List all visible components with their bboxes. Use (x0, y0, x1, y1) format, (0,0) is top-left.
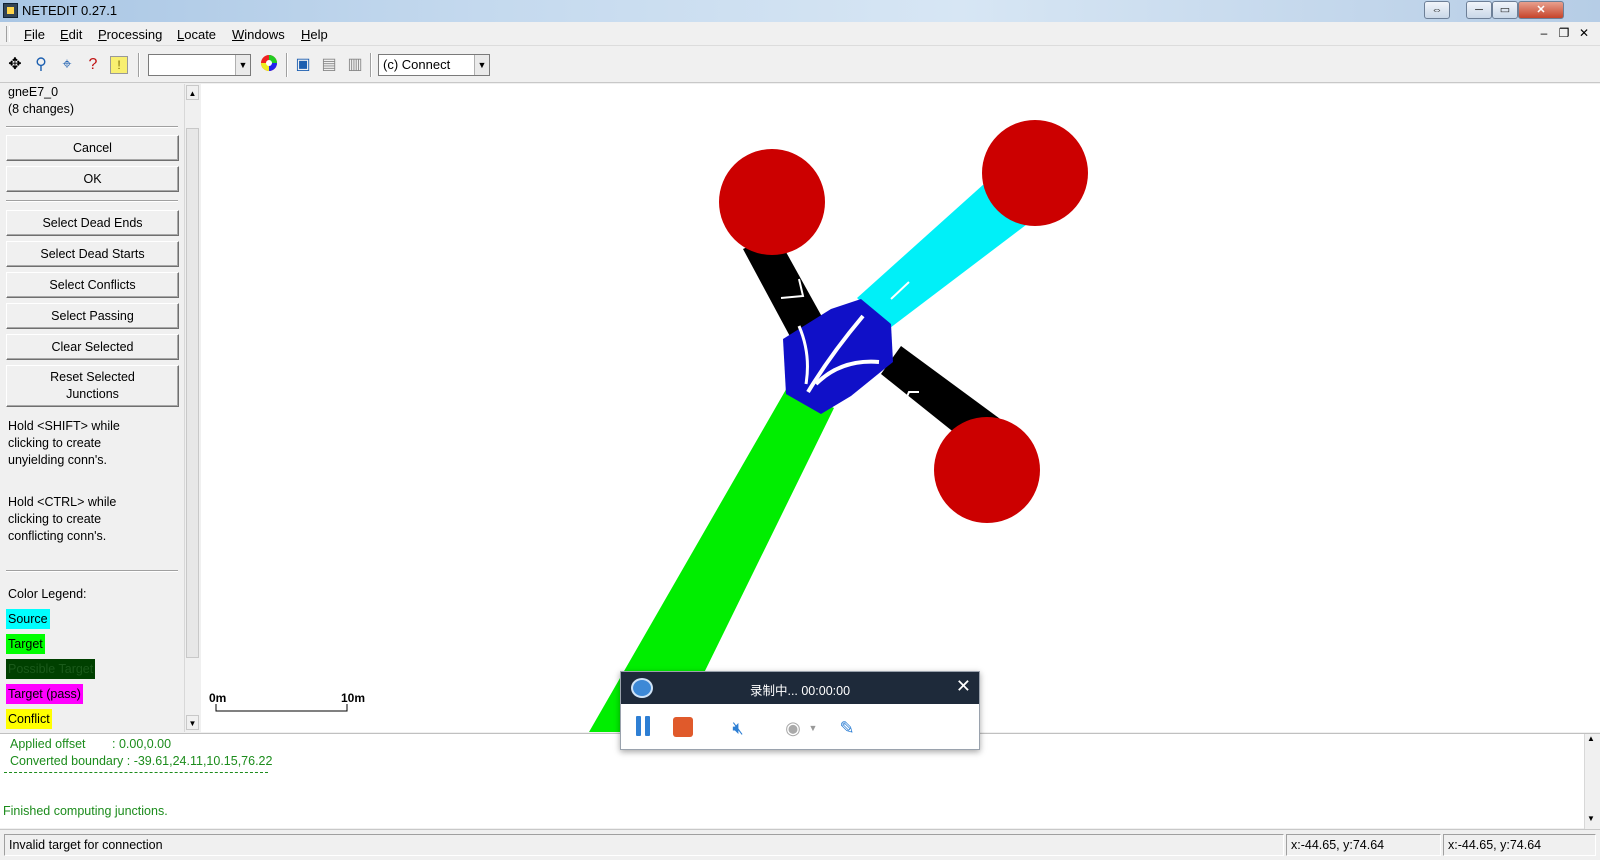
connection-frame: gneE7_0 (8 changes) Cancel OK Select Dea… (0, 84, 200, 732)
changes-count-label: (8 changes) (8, 102, 75, 116)
scroll-up-icon[interactable]: ▲ (186, 85, 199, 100)
reset-selected-junctions-button[interactable]: Reset Selected Junctions (6, 365, 179, 407)
webcam-icon[interactable]: ◉ (779, 716, 807, 740)
toolbar-separator (370, 53, 372, 77)
menu-windows[interactable]: Windows (232, 27, 285, 42)
cancel-button[interactable]: Cancel (6, 135, 179, 161)
lane-id-label: gneE7_0 (8, 85, 59, 99)
shift-hint-line3: unyielding conn's. (8, 453, 107, 467)
log-scrollbar[interactable]: ▲ ▼ (1584, 734, 1600, 829)
locate-poi-icon[interactable]: ! (110, 56, 128, 74)
restore-icon[interactable]: ⇔ (1424, 1, 1450, 19)
legend-target-pass: Target (pass) (6, 684, 83, 704)
close-icon[interactable]: ✕ (956, 676, 971, 697)
menu-help[interactable]: Help (301, 27, 328, 42)
menu-bar: File Edit Processing Locate Windows Help… (0, 22, 1600, 46)
network-canvas[interactable]: 0m 10m (201, 84, 1600, 732)
log-finished: Finished computing junctions. (3, 804, 168, 818)
scroll-down-icon[interactable]: ▼ (186, 715, 199, 730)
scroll-thumb[interactable] (186, 128, 199, 658)
legend-target: Target (6, 634, 45, 654)
scale-start-label: 0m (209, 691, 226, 705)
log-offset-value: : 0.00,0.00 (112, 737, 172, 751)
shift-hint-line1: Hold <SHIFT> while (8, 419, 120, 433)
ctrl-hint-line2: clicking to create (8, 512, 102, 526)
menu-grip (6, 26, 10, 42)
clear-selected-button[interactable]: Clear Selected (6, 334, 179, 360)
color-wheel-icon[interactable] (258, 54, 280, 76)
minimize-window-button[interactable]: ─ (1466, 1, 1492, 19)
dead-end-junction-top-right[interactable] (982, 120, 1088, 226)
mdi-close-button[interactable]: ✕ (1576, 26, 1592, 40)
mdi-restore-button[interactable]: ❐ (1556, 26, 1572, 40)
menu-file[interactable]: File (24, 27, 45, 42)
chevron-down-icon[interactable]: ▼ (807, 716, 819, 740)
window-title: NETEDIT 0.27.1 (22, 3, 118, 18)
recorder-status: 录制中... 00:00:00 (749, 684, 851, 698)
legend-source: Source (6, 609, 50, 629)
window-titlebar: NETEDIT 0.27.1 ⇔ ─ ▭ ✕ (0, 0, 1600, 22)
sidebar-divider (6, 570, 178, 572)
reset-button-line1: Reset Selected (50, 370, 135, 384)
status-coord-cartesian: x:-44.65, y:74.64 (1443, 834, 1596, 856)
menu-edit[interactable]: Edit (60, 27, 82, 42)
chevron-down-icon: ▼ (474, 55, 489, 75)
menu-locate[interactable]: Locate (177, 27, 216, 42)
recenter-view-icon[interactable]: ✥ (4, 54, 26, 76)
scale-end-label: 10m (341, 691, 365, 705)
scroll-up-icon[interactable]: ▲ (1587, 734, 1595, 743)
maximize-window-button[interactable]: ▭ (1492, 1, 1518, 19)
mute-icon[interactable]: 🔇︎ (724, 716, 752, 740)
zoom-icon[interactable]: ⚲ (30, 54, 52, 76)
scroll-down-icon[interactable]: ▼ (1587, 814, 1595, 823)
pen-icon[interactable]: ✎ (833, 716, 861, 740)
status-bar: Invalid target for connection x:-44.65, … (0, 829, 1600, 860)
chevron-down-icon: ▼ (235, 55, 250, 75)
stop-icon[interactable] (673, 717, 693, 737)
select-conflicts-button[interactable]: Select Conflicts (6, 272, 179, 298)
mdi-minimize-button[interactable]: – (1536, 26, 1552, 40)
close-window-button[interactable]: ✕ (1518, 1, 1564, 19)
menu-processing[interactable]: Processing (98, 27, 162, 42)
log-offset-label: Applied offset (10, 737, 86, 751)
select-passing-button[interactable]: Select Passing (6, 303, 179, 329)
select-dead-starts-button[interactable]: Select Dead Starts (6, 241, 179, 267)
legend-conflict: Conflict (6, 709, 52, 729)
window-cascade-icon[interactable]: ▥ (344, 54, 366, 76)
legend-possible-target: Possible Target (6, 659, 96, 679)
ctrl-hint-line1: Hold <CTRL> while (8, 495, 117, 509)
window-tile-icon[interactable]: ▤ (318, 54, 340, 76)
sidebar-divider (6, 126, 178, 128)
toolbar-separator (286, 53, 288, 77)
screenshot-camera-icon[interactable]: ▣ (292, 54, 314, 76)
dead-end-junction-top-left[interactable] (719, 149, 825, 255)
netedit-app-icon (3, 3, 18, 18)
toolbar-separator (138, 53, 140, 77)
recorder-header: 录制中... 00:00:00 ✕ (621, 672, 979, 704)
ctrl-hint-line3: conflicting conn's. (8, 529, 107, 543)
log-boundary: Converted boundary : -39.61,24.11,10.15,… (10, 754, 273, 768)
scale-bar (215, 704, 348, 712)
sidebar-scrollbar[interactable]: ▲ ▼ (184, 84, 200, 732)
status-message: Invalid target for connection (4, 834, 1284, 856)
view-scheme-select[interactable]: ▼ (148, 54, 251, 76)
toolbar: ✥ ⚲ ⌖ ? ! ▼ ▣ ▤ ▥ (c) Connect ▼ (0, 47, 1600, 83)
status-coord-geo: x:-44.65, y:74.64 (1286, 834, 1441, 856)
locate-junction-icon[interactable]: ⌖ (56, 54, 78, 76)
screen-recorder-widget: 录制中... 00:00:00 ✕ 🔇︎ ◉ ▼ ✎ (620, 671, 980, 750)
log-separator (4, 772, 268, 773)
dead-end-junction-bottom-right[interactable] (934, 417, 1040, 523)
network-view[interactable]: 0m 10m (201, 84, 1600, 732)
sidebar-divider (6, 200, 178, 202)
reset-button-line2: Junctions (66, 387, 119, 401)
select-dead-ends-button[interactable]: Select Dead Ends (6, 210, 179, 236)
color-legend-title: Color Legend: (8, 587, 87, 601)
locate-edge-icon[interactable]: ? (82, 54, 104, 76)
edit-mode-select[interactable]: (c) Connect ▼ (378, 54, 490, 76)
ok-button[interactable]: OK (6, 166, 179, 192)
shift-hint-line2: clicking to create (8, 436, 102, 450)
